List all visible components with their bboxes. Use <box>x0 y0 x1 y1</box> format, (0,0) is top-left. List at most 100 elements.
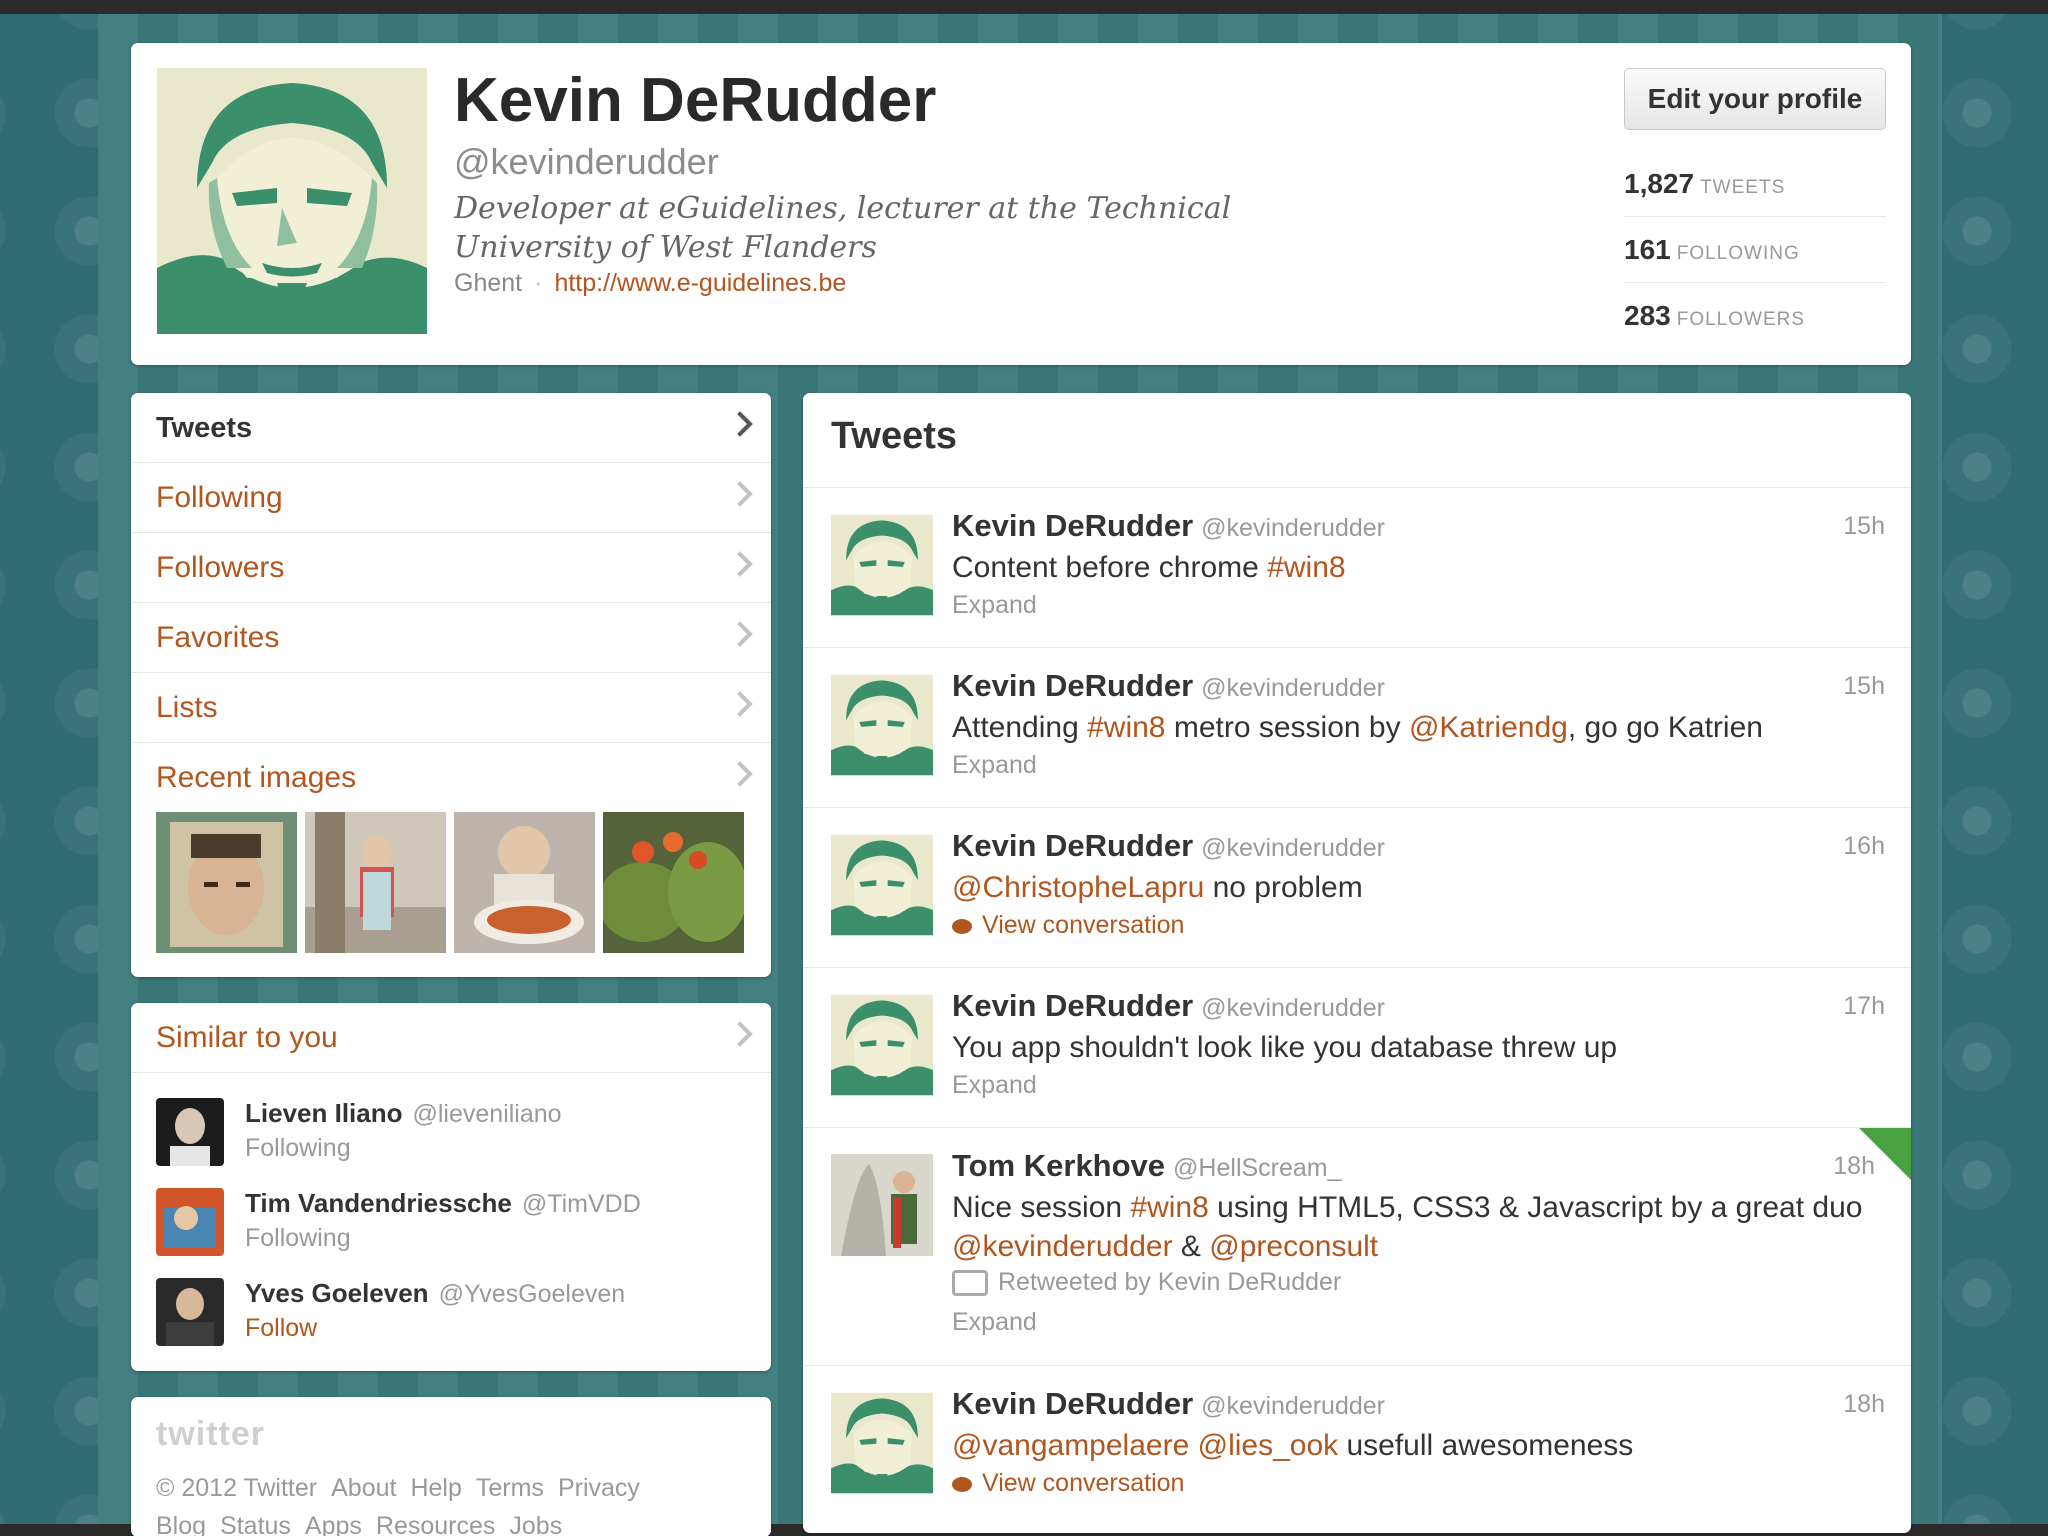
tweet-author-name[interactable]: Kevin DeRudder <box>952 508 1193 543</box>
suggested-user-name[interactable]: Lieven Iliano <box>245 1098 403 1128</box>
avatar[interactable] <box>156 1278 224 1346</box>
expand-link[interactable]: Expand <box>952 591 1037 620</box>
tweet-author-row: Kevin DeRudder @kevinderudder <box>952 508 1385 544</box>
hashtag-link[interactable]: #win8 <box>1087 711 1165 744</box>
avatar[interactable] <box>831 1154 933 1256</box>
tweet-author-name[interactable]: Kevin DeRudder <box>952 668 1193 703</box>
avatar[interactable] <box>831 514 933 616</box>
suggested-user[interactable]: Yves Goeleven @YvesGoeleven Follow <box>156 1278 756 1348</box>
tweet-timestamp[interactable]: 15h <box>1843 672 1885 701</box>
tweet-timestamp[interactable]: 18h <box>1833 1152 1875 1181</box>
tweet-item[interactable]: Kevin DeRudder @kevinderudder 16h @Christ… <box>803 807 1911 967</box>
profile-location: Ghent <box>454 269 523 297</box>
suggested-user-name[interactable]: Yves Goeleven <box>245 1278 429 1308</box>
suggested-user[interactable]: Lieven Iliano @lieveniliano Following <box>156 1098 756 1168</box>
tweet-item[interactable]: Kevin DeRudder @kevinderudder 15h Content… <box>803 487 1911 647</box>
retweet-icon <box>952 1270 988 1297</box>
mention-link[interactable]: @preconsult <box>1209 1230 1378 1263</box>
nav-item-tweets[interactable]: Tweets <box>131 393 771 463</box>
recent-image-thumbnail[interactable] <box>156 812 297 953</box>
view-conversation-link[interactable]: View conversation <box>952 911 1184 940</box>
stat-following[interactable]: 161 FOLLOWING <box>1624 217 1886 283</box>
tweet-item[interactable]: Kevin DeRudder @kevinderudder 15h Attendi… <box>803 647 1911 807</box>
stat-followers-label: FOLLOWERS <box>1676 309 1806 330</box>
profile-avatar[interactable] <box>157 68 427 334</box>
recent-image-thumbnail[interactable] <box>305 812 446 953</box>
footer-link-terms[interactable]: Terms <box>476 1474 544 1502</box>
avatar[interactable] <box>156 1188 224 1256</box>
mention-link[interactable]: @kevinderudder <box>952 1230 1173 1263</box>
mention-link[interactable]: @ChristopheLapru <box>952 871 1204 904</box>
footer-link-status[interactable]: Status <box>220 1512 291 1536</box>
footer-link-jobs[interactable]: Jobs <box>509 1512 562 1536</box>
mention-link[interactable]: @lies_ook <box>1198 1429 1339 1462</box>
avatar[interactable] <box>831 834 933 936</box>
nav-item-label: Recent images <box>156 761 357 794</box>
expand-link[interactable]: Expand <box>952 751 1037 780</box>
edit-profile-button[interactable]: Edit your profile <box>1624 68 1886 130</box>
tweet-text: You app shouldn't look like you database… <box>952 1031 1618 1064</box>
nav-item-label: Favorites <box>156 621 280 654</box>
nav-item-recent-images[interactable]: Recent images <box>131 743 771 813</box>
suggested-user-name-row: Yves Goeleven @YvesGoeleven <box>245 1278 625 1309</box>
stat-followers[interactable]: 283 FOLLOWERS <box>1624 283 1886 349</box>
similar-to-you-header[interactable]: Similar to you <box>131 1003 771 1073</box>
profile-name: Kevin DeRudder <box>454 66 937 135</box>
tweet-text: Content before chrome #win8 <box>952 548 1892 587</box>
expand-link[interactable]: Expand <box>952 1308 1037 1337</box>
speech-bubble-icon <box>952 918 972 934</box>
profile-handle: @kevinderudder <box>454 141 719 182</box>
footer-copyright: © 2012 Twitter <box>156 1474 318 1502</box>
expand-link[interactable]: Expand <box>952 1071 1037 1100</box>
speech-bubble-icon <box>952 1476 972 1492</box>
mention-link[interactable]: @vangampelaere <box>952 1429 1189 1462</box>
profile-bio: Developer at eGuidelines, lecturer at th… <box>454 191 1232 265</box>
avatar[interactable] <box>156 1098 224 1166</box>
footer-link-help[interactable]: Help <box>410 1474 461 1502</box>
tweet-item[interactable]: Kevin DeRudder @kevinderudder 18h @vangam… <box>803 1365 1911 1525</box>
nav-item-following[interactable]: Following <box>131 463 771 533</box>
recent-image-thumbnail[interactable] <box>454 812 595 953</box>
stat-tweets[interactable]: 1,827 TWEETS <box>1624 151 1886 217</box>
tweet-text-part: Nice session <box>952 1191 1131 1224</box>
tweet-author-name[interactable]: Kevin DeRudder <box>952 828 1193 863</box>
tweet-item[interactable]: Kevin DeRudder @kevinderudder 17h You app… <box>803 967 1911 1127</box>
footer-link-about[interactable]: About <box>331 1474 396 1502</box>
tweet-author-handle: @kevinderudder <box>1201 994 1385 1022</box>
tweet-author-name[interactable]: Kevin DeRudder <box>952 988 1193 1023</box>
footer-link-resources[interactable]: Resources <box>376 1512 496 1536</box>
nav-item-favorites[interactable]: Favorites <box>131 603 771 673</box>
tweet-author-name[interactable]: Tom Kerkhove <box>952 1148 1165 1183</box>
mention-link[interactable]: @Katriendg <box>1409 711 1568 744</box>
hashtag-link[interactable]: #win8 <box>1267 551 1345 584</box>
tweet-item[interactable]: Tom Kerkhove @HellScream_ 18h Nice sessio… <box>803 1127 1911 1365</box>
tweet-author-name[interactable]: Kevin DeRudder <box>952 1386 1193 1421</box>
avatar[interactable] <box>831 994 933 1096</box>
footer-link-blog[interactable]: Blog <box>156 1512 206 1536</box>
suggested-user-name-row: Lieven Iliano @lieveniliano <box>245 1098 562 1129</box>
profile-url-link[interactable]: http://www.e-guidelines.be <box>554 269 846 297</box>
tweet-text-part: no problem <box>1204 871 1363 904</box>
tweet-timestamp[interactable]: 18h <box>1843 1390 1885 1419</box>
nav-item-label: Tweets <box>156 412 253 444</box>
recent-image-thumbnail[interactable] <box>603 812 744 953</box>
follow-link[interactable]: Follow <box>245 1314 317 1343</box>
suggested-user[interactable]: Tim Vandendriessche @TimVDD Following <box>156 1188 756 1258</box>
suggested-user-name[interactable]: Tim Vandendriessche <box>245 1188 512 1218</box>
tweet-timestamp[interactable]: 15h <box>1843 512 1885 541</box>
hashtag-link[interactable]: #win8 <box>1130 1191 1208 1224</box>
tweet-timestamp[interactable]: 16h <box>1843 832 1885 861</box>
view-conversation-link[interactable]: View conversation <box>952 1469 1184 1498</box>
chevron-right-icon <box>727 481 753 507</box>
tweet-text-part: & <box>1172 1230 1210 1263</box>
tweet-text-part: Attending <box>952 711 1088 744</box>
nav-item-followers[interactable]: Followers <box>131 533 771 603</box>
nav-item-lists[interactable]: Lists <box>131 673 771 743</box>
stat-tweets-label: TWEETS <box>1700 177 1786 198</box>
footer-link-privacy[interactable]: Privacy <box>558 1474 640 1502</box>
avatar[interactable] <box>831 674 933 776</box>
tweet-timestamp[interactable]: 17h <box>1843 992 1885 1021</box>
chevron-right-icon <box>727 691 753 717</box>
avatar[interactable] <box>831 1392 933 1494</box>
footer-link-apps[interactable]: Apps <box>305 1512 362 1536</box>
